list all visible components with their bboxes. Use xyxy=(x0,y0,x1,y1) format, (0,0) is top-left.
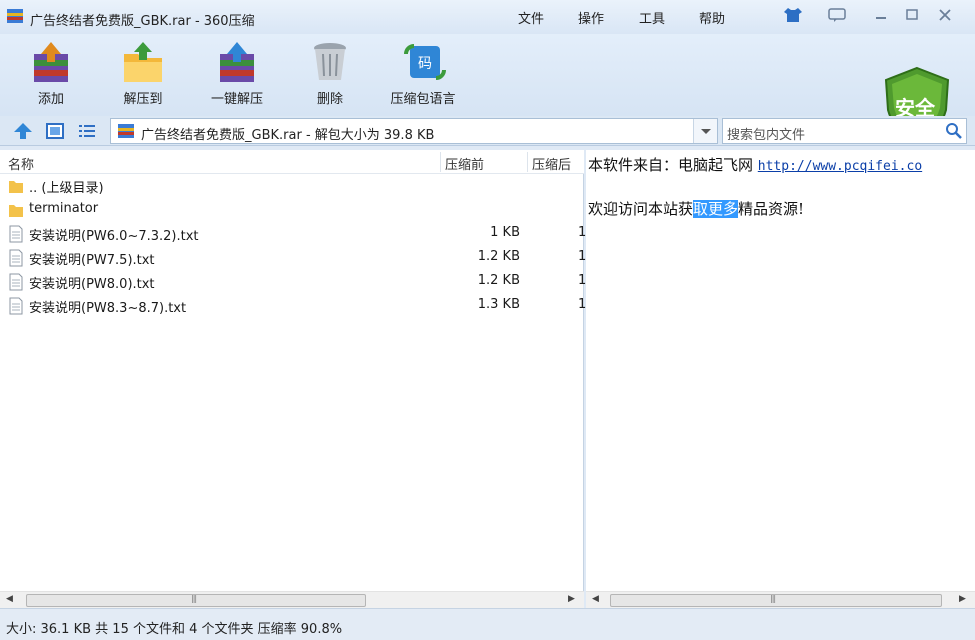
add-button[interactable]: 添加 xyxy=(6,38,96,112)
original-size: 1.2 KB xyxy=(477,249,520,264)
text-file-icon xyxy=(9,249,23,267)
folder-icon xyxy=(9,205,23,217)
search-box[interactable]: 搜索包内文件 xyxy=(722,118,967,144)
status-bar: 大小: 36.1 KB 共 15 个文件和 4 个文件夹 压缩率 90.8% xyxy=(0,608,975,640)
delete-label: 删除 xyxy=(316,92,343,107)
archive-language-label: 压缩包语言 xyxy=(390,92,456,107)
menu-operation[interactable]: 操作 xyxy=(578,8,604,27)
list-item-file[interactable]: 安装说明(PW7.5).txt 1.2 KB 1 xyxy=(0,246,586,270)
column-divider[interactable] xyxy=(440,152,441,172)
one-click-extract-button[interactable]: 一键解压 xyxy=(192,38,282,112)
add-label: 添加 xyxy=(37,92,64,107)
horizontal-scrollbar[interactable]: ◀ ||| ▶ xyxy=(0,591,584,608)
file-name: 安装说明(PW8.0).txt xyxy=(29,277,155,292)
thumbnail-view-icon[interactable] xyxy=(44,121,66,141)
rar-archive-icon xyxy=(7,9,23,23)
comment-source-text: 本软件来自：电脑起飞网 xyxy=(588,156,758,174)
chevron-down-icon xyxy=(701,129,711,134)
extract-to-button[interactable]: 解压到 xyxy=(98,38,188,112)
list-item-file[interactable]: 安装说明(PW6.0~7.3.2).txt 1 KB 1 xyxy=(0,222,586,246)
website-link[interactable]: http://www.pcqifei.co xyxy=(758,159,922,174)
toolbar: 添加 解压到 一键解压 删除 码 压缩包语言 安全 xyxy=(0,34,975,146)
list-view-icon[interactable] xyxy=(76,121,98,141)
comment-welcome-text: 欢迎访问本站获 xyxy=(588,200,694,218)
title-bar: 广告终结者免费版_GBK.rar - 360压缩 文件 操作 工具 帮助 xyxy=(0,0,975,34)
file-name: .. (上级目录) xyxy=(29,181,104,196)
original-size: 1.2 KB xyxy=(477,273,520,288)
folder-icon xyxy=(9,181,23,193)
list-item-file[interactable]: 安装说明(PW8.3~8.7).txt 1.3 KB 1 xyxy=(0,294,586,318)
scrollbar-grip-icon: ||| xyxy=(770,594,776,603)
file-name: 安装说明(PW7.5).txt xyxy=(29,253,155,268)
archive-path-box[interactable]: 广告终结者免费版_GBK.rar - 解包大小为 39.8 KB xyxy=(110,118,718,144)
horizontal-scrollbar[interactable]: ◀ ||| ▶ xyxy=(586,591,975,608)
extract-to-label: 解压到 xyxy=(123,92,163,107)
column-packed-size[interactable]: 压缩后 xyxy=(532,154,571,173)
original-size: 1 KB xyxy=(490,225,520,240)
svg-text:码: 码 xyxy=(418,56,432,72)
scroll-right-arrow-icon[interactable]: ▶ xyxy=(959,594,966,604)
scrollbar-grip-icon: ||| xyxy=(191,594,197,603)
comment-welcome-end: 精品资源! xyxy=(738,200,805,218)
selected-text: 取更多 xyxy=(693,200,739,218)
skin-shirt-icon[interactable] xyxy=(782,6,804,24)
delete-button[interactable]: 删除 xyxy=(285,38,375,112)
extract-folder-icon xyxy=(124,42,162,82)
scroll-left-arrow-icon[interactable]: ◀ xyxy=(592,594,599,604)
list-item-file[interactable]: 安装说明(PW8.0).txt 1.2 KB 1 xyxy=(0,270,586,294)
close-icon[interactable] xyxy=(934,6,956,24)
menu-file[interactable]: 文件 xyxy=(518,8,544,27)
menu-tools[interactable]: 工具 xyxy=(639,8,665,27)
list-item-folder[interactable]: terminator xyxy=(0,198,584,222)
archive-path-text: 广告终结者免费版_GBK.rar - 解包大小为 39.8 KB xyxy=(141,128,435,143)
search-placeholder[interactable]: 搜索包内文件 xyxy=(727,124,805,143)
menu-help[interactable]: 帮助 xyxy=(699,8,725,27)
add-archive-icon xyxy=(34,42,68,82)
text-file-icon xyxy=(9,225,23,243)
feedback-icon[interactable] xyxy=(826,6,848,24)
comment-line-1: 本软件来自：电脑起飞网 http://www.pcqifei.co xyxy=(588,154,922,175)
one-click-extract-label: 一键解压 xyxy=(210,92,263,107)
navigation-bar: 广告终结者免费版_GBK.rar - 解包大小为 39.8 KB 搜索包内文件 xyxy=(0,116,975,146)
comment-line-2: 欢迎访问本站获取更多精品资源! xyxy=(588,198,804,219)
text-file-icon xyxy=(9,273,23,291)
file-name: 安装说明(PW8.3~8.7).txt xyxy=(29,301,187,316)
maximize-icon[interactable] xyxy=(901,6,923,24)
file-name: terminator xyxy=(29,201,99,216)
path-dropdown-button[interactable] xyxy=(693,119,717,143)
rar-archive-icon xyxy=(118,124,134,138)
text-file-icon xyxy=(9,297,23,315)
search-icon xyxy=(946,123,962,139)
scroll-left-arrow-icon[interactable]: ◀ xyxy=(6,594,13,604)
one-click-extract-icon xyxy=(220,42,254,82)
archive-language-button[interactable]: 码 压缩包语言 xyxy=(378,38,468,112)
column-name[interactable]: 名称 xyxy=(8,154,34,173)
search-button[interactable] xyxy=(942,119,966,143)
list-item-parent-dir[interactable]: .. (上级目录) xyxy=(0,174,584,198)
status-text: 大小: 36.1 KB 共 15 个文件和 4 个文件夹 压缩率 90.8% xyxy=(6,622,343,637)
file-list-panel: 名称 压缩前 压缩后 .. (上级目录) terminator 安装说明(PW6… xyxy=(0,150,586,608)
encoding-icon: 码 xyxy=(404,44,446,80)
scroll-right-arrow-icon[interactable]: ▶ xyxy=(568,594,575,604)
minimize-icon[interactable] xyxy=(870,6,892,24)
original-size: 1.3 KB xyxy=(477,297,520,312)
file-list-header: 名称 压缩前 压缩后 xyxy=(0,150,584,174)
archive-comment-panel: 本软件来自：电脑起飞网 http://www.pcqifei.co 欢迎访问本站… xyxy=(586,150,975,608)
file-name: 安装说明(PW6.0~7.3.2).txt xyxy=(29,229,199,244)
trash-bin-icon xyxy=(314,43,346,80)
column-original-size[interactable]: 压缩前 xyxy=(445,154,484,173)
up-arrow-icon[interactable] xyxy=(12,121,34,141)
window-title: 广告终结者免费版_GBK.rar - 360压缩 xyxy=(30,14,255,29)
scrollbar-thumb[interactable] xyxy=(610,594,942,607)
column-divider[interactable] xyxy=(527,152,528,172)
